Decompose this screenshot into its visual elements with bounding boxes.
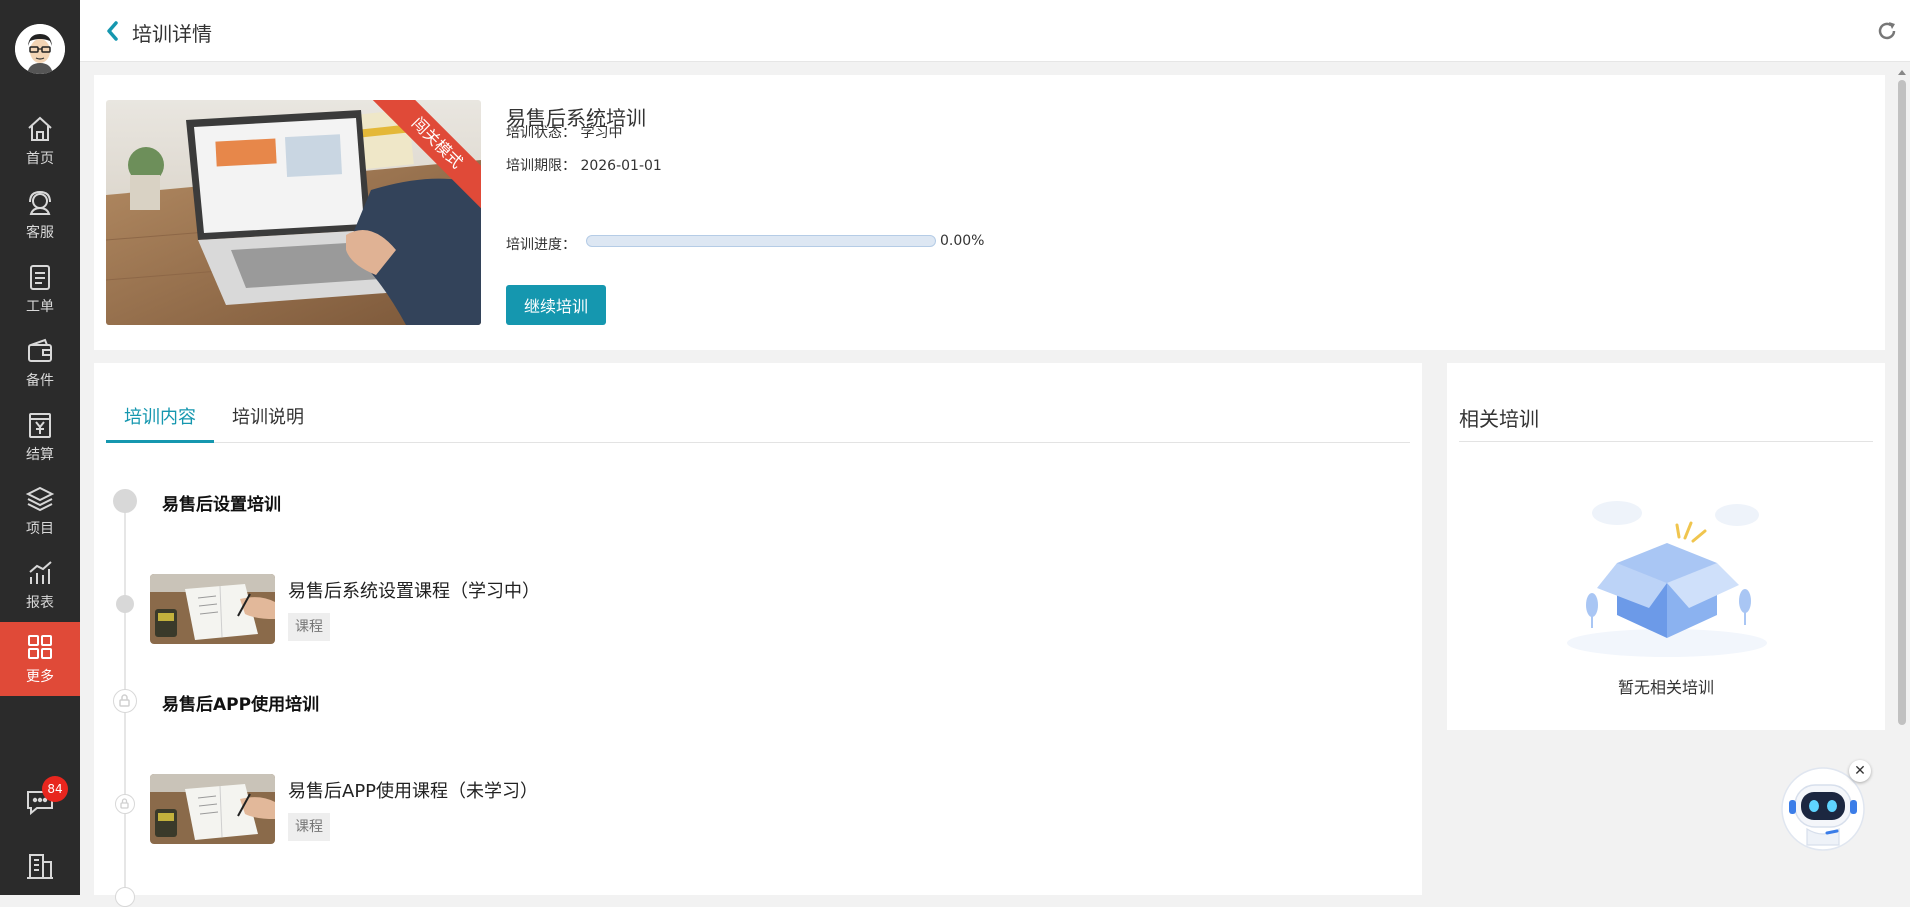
empty-box-illustration [1567, 501, 1767, 657]
training-progress-bar [586, 235, 936, 247]
nav-more-label: 更多 [26, 669, 54, 685]
deadline-row: 培训期限： 2026-01-01 [506, 155, 662, 175]
sidebar: 首页 客服 工单 备件 结算 项目 报表 更多 84 [0, 0, 80, 895]
layers-icon [25, 486, 55, 512]
locked-course-node [115, 887, 135, 907]
deadline-value: 2026-01-01 [580, 158, 662, 174]
building-icon [27, 854, 53, 879]
progress-label: 培训进度： [506, 237, 576, 253]
user-avatar[interactable] [15, 24, 65, 74]
related-training-card: 相关培训 暂无相关培训 [1447, 363, 1885, 730]
nav-settlement-label: 结算 [26, 447, 54, 463]
related-training-title: 相关培训 [1459, 407, 1539, 431]
nav-project-label: 项目 [26, 521, 54, 537]
page-header: 培训详情 [80, 0, 1910, 62]
course-thumbnail[interactable] [150, 574, 275, 644]
lock-icon [120, 798, 129, 809]
section-title: 易售后设置培训 [162, 495, 281, 515]
lock-icon [119, 694, 130, 707]
page-scrollbar[interactable] [1894, 62, 1910, 895]
headset-icon [29, 190, 51, 215]
course-thumbnail[interactable] [150, 774, 275, 844]
nav-project[interactable]: 项目 [0, 474, 80, 548]
nav-settlement[interactable]: 结算 [0, 400, 80, 474]
locked-section-node [113, 689, 137, 713]
nav-parts[interactable]: 备件 [0, 326, 80, 400]
tab-training-description[interactable]: 培训说明 [214, 403, 322, 443]
progress-percent: 0.00% [940, 233, 985, 249]
status-row: 培训状态： 学习中 [506, 122, 622, 142]
section-title: 易售后APP使用培训 [162, 695, 320, 715]
locked-course-node [115, 794, 135, 814]
nav-report-label: 报表 [26, 595, 54, 611]
status-label: 培训状态： [506, 125, 576, 141]
training-info-card: 闯关模式 易售后系统培训 培训状态： 学习中 培训期限： 2026-01-01 … [94, 75, 1885, 350]
nav-home-label: 首页 [26, 151, 54, 167]
course-node [116, 595, 134, 613]
training-content-card: 培训内容 培训说明 易售后设置培训 易售后系统设置课程（学习中） 课程 易售后A… [94, 363, 1422, 907]
home-icon [28, 116, 52, 141]
nav-parts-label: 备件 [26, 373, 54, 389]
back-chevron-icon[interactable] [104, 20, 120, 42]
scroll-thumb[interactable] [1898, 80, 1906, 725]
content-tabs: 培训内容 培训说明 [106, 393, 1410, 443]
close-robot-button[interactable]: ✕ [1849, 760, 1871, 782]
divider [1459, 441, 1873, 442]
empty-state-text: 暂无相关培训 [1617, 678, 1714, 697]
wallet-icon [28, 338, 52, 362]
nav-more[interactable]: 更多 [0, 622, 80, 696]
status-value: 学习中 [580, 125, 623, 141]
page-title: 培训详情 [132, 22, 212, 46]
tab-training-content[interactable]: 培训内容 [106, 403, 214, 443]
company-button[interactable] [0, 840, 80, 890]
course-type-tag: 课程 [288, 813, 330, 841]
deadline-label: 培训期限： [506, 158, 576, 174]
training-cover-image: 闯关模式 [106, 100, 481, 325]
nav-home[interactable]: 首页 [0, 104, 80, 178]
chart-icon [29, 561, 52, 584]
yuan-receipt-icon [29, 413, 51, 438]
scroll-up-arrow-icon[interactable] [1898, 70, 1906, 75]
nav-report[interactable]: 报表 [0, 548, 80, 622]
refresh-icon[interactable] [1876, 20, 1898, 42]
course-title[interactable]: 易售后系统设置课程（学习中） [288, 577, 540, 603]
clipboard-icon [30, 265, 50, 290]
continue-training-button[interactable]: 继续培训 [506, 285, 606, 325]
grid-icon [28, 635, 52, 659]
nav-workorder-label: 工单 [26, 299, 54, 315]
course-title[interactable]: 易售后APP使用课程（未学习） [288, 777, 538, 803]
nav-service[interactable]: 客服 [0, 178, 80, 252]
messages-button[interactable]: 84 [0, 776, 80, 826]
section-node [113, 489, 137, 513]
message-count-badge: 84 [42, 776, 68, 802]
course-type-tag: 课程 [288, 613, 330, 641]
nav-workorder[interactable]: 工单 [0, 252, 80, 326]
nav-service-label: 客服 [26, 225, 54, 241]
